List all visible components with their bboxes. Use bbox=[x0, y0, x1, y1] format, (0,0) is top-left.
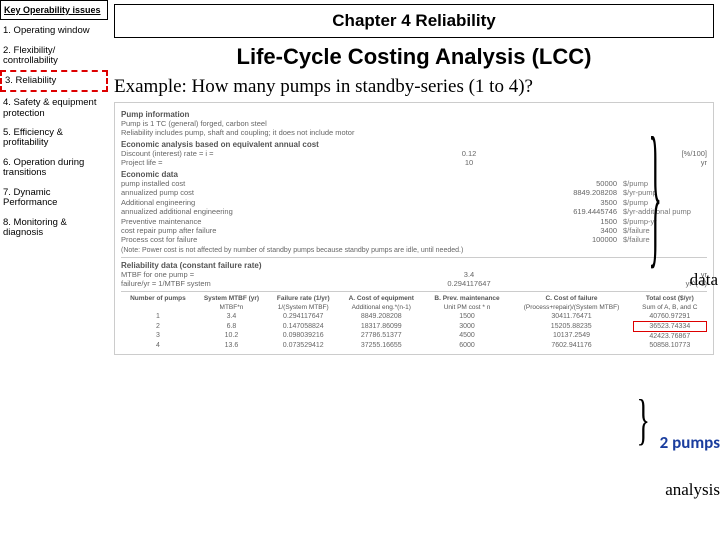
sidebar-item-2: 2. Flexibility/ controllability bbox=[0, 40, 108, 70]
label-data: data bbox=[690, 270, 718, 290]
econ-label: Additional engineering bbox=[121, 198, 527, 207]
table-cell: 1500 bbox=[424, 312, 510, 322]
table-cell: 6000 bbox=[424, 341, 510, 350]
sidebar-header: Key Operability issues bbox=[0, 0, 108, 20]
econ-unit: $/yr-pump bbox=[617, 188, 707, 197]
table-cell: 15205.88235 bbox=[510, 321, 633, 331]
econ-val: 1500 bbox=[527, 217, 617, 226]
econdata-head: Economic data bbox=[121, 170, 707, 179]
sidebar-item-5: 5. Efficiency & profitability bbox=[0, 122, 108, 152]
table-cell: 0.098039216 bbox=[268, 331, 338, 341]
econ-label: annualized pump cost bbox=[121, 188, 527, 197]
table-cell: 27786.51377 bbox=[338, 331, 424, 341]
econ-label: cost repair pump after failure bbox=[121, 226, 527, 235]
example-text: Example: How many pumps in standby-serie… bbox=[114, 76, 714, 98]
brace-analysis: } bbox=[636, 406, 649, 434]
econ-val: 619.4445746 bbox=[527, 207, 617, 216]
table-cell: 8849.208208 bbox=[338, 312, 424, 322]
table-cell: 10137.2549 bbox=[510, 331, 633, 341]
col-head: Failure rate (1/yr) bbox=[268, 294, 338, 303]
econ-head: Economic analysis based on equivalent an… bbox=[121, 140, 707, 149]
label-analysis: analysis bbox=[665, 480, 720, 500]
sidebar: Key Operability issues 1. Operating wind… bbox=[0, 0, 108, 540]
table-cell: 0.147058824 bbox=[268, 321, 338, 331]
econ-val: 3500 bbox=[527, 198, 617, 207]
sidebar-item-6: 6. Operation during transitions bbox=[0, 152, 108, 182]
main-content: Chapter 4 Reliability Life-Cycle Costing… bbox=[108, 0, 720, 540]
table-cell: 3 bbox=[121, 331, 195, 341]
page-title: Life-Cycle Costing Analysis (LCC) bbox=[114, 44, 714, 70]
table-cell: 1 bbox=[121, 312, 195, 322]
table-cell: 37255.16655 bbox=[338, 341, 424, 350]
econ-val: 3400 bbox=[527, 226, 617, 235]
econ-unit: $/yr-additional pump bbox=[617, 207, 707, 216]
data-figure: Pump information Pump is 1 TC (general) … bbox=[114, 102, 714, 355]
econ-val: 50000 bbox=[527, 179, 617, 188]
fail-label: failure/yr = 1/MTBF system bbox=[121, 279, 301, 288]
col-head: Total cost ($/yr) bbox=[633, 294, 706, 303]
mtbf-one-val: 3.4 bbox=[301, 270, 637, 279]
table-cell: 50858.10773 bbox=[633, 341, 706, 350]
chapter-title: Chapter 4 Reliability bbox=[114, 4, 714, 38]
fail-val: 0.294117647 bbox=[301, 279, 637, 288]
econ-unit: $/failure bbox=[617, 235, 707, 244]
col-head: A. Cost of equipment bbox=[338, 294, 424, 303]
col-head: B. Prev. maintenance bbox=[424, 294, 510, 303]
mtbf-one-label: MTBF for one pump = bbox=[121, 270, 301, 279]
discount-val: 0.12 bbox=[301, 149, 637, 158]
col-head: System MTBF (yr) bbox=[195, 294, 268, 303]
econ-unit: $/failure bbox=[617, 226, 707, 235]
sidebar-item-8: 8. Monitoring & diagnosis bbox=[0, 212, 108, 242]
col-head: Number of pumps bbox=[121, 294, 195, 303]
sidebar-item-3: 3. Reliability bbox=[0, 70, 108, 92]
table-cell: 30411.76471 bbox=[510, 312, 633, 322]
econ-label: annualized additional engineering bbox=[121, 207, 527, 216]
col-sub: (Process+repair)/(System MTBF) bbox=[510, 303, 633, 312]
reliab-head: Reliability data (constant failure rate) bbox=[121, 261, 707, 270]
col-sub bbox=[121, 303, 195, 312]
proj-label: Project life = bbox=[121, 158, 301, 167]
col-head: C. Cost of failure bbox=[510, 294, 633, 303]
brace-data: } bbox=[648, 155, 661, 235]
note: (Note: Power cost is not affected by num… bbox=[121, 247, 707, 254]
pump-info-head: Pump information bbox=[121, 110, 707, 119]
econ-unit: $/pump bbox=[617, 198, 707, 207]
pump-reliab: Reliability includes pump, shaft and cou… bbox=[121, 128, 707, 137]
table-cell: 3000 bbox=[424, 321, 510, 331]
sidebar-item-4: 4. Safety & equipment protection bbox=[0, 92, 108, 122]
analysis-table: Number of pumpsSystem MTBF (yr)Failure r… bbox=[121, 294, 707, 350]
table-cell: 10.2 bbox=[195, 331, 268, 341]
econ-unit: $/pump-yr bbox=[617, 217, 707, 226]
table-cell: 18317.86099 bbox=[338, 321, 424, 331]
table-cell: 0.294117647 bbox=[268, 312, 338, 322]
table-cell: 0.073529412 bbox=[268, 341, 338, 350]
table-cell: 7602.941176 bbox=[510, 341, 633, 350]
econ-val: 8849.208208 bbox=[527, 188, 617, 197]
econ-val: 100000 bbox=[527, 235, 617, 244]
label-two-pumps: 2 pumps bbox=[660, 432, 720, 453]
sidebar-item-7: 7. Dynamic Performance bbox=[0, 182, 108, 212]
table-cell: 4 bbox=[121, 341, 195, 350]
col-sub: MTBF*n bbox=[195, 303, 268, 312]
econ-label: Preventive maintenance bbox=[121, 217, 527, 226]
col-sub: Sum of A, B, and C bbox=[633, 303, 706, 312]
table-cell: 4500 bbox=[424, 331, 510, 341]
sidebar-item-1: 1. Operating window bbox=[0, 20, 108, 39]
table-cell: 3.4 bbox=[195, 312, 268, 322]
discount-label: Discount (interest) rate = i = bbox=[121, 149, 301, 158]
table-cell: 42423.76867 bbox=[633, 331, 706, 341]
table-cell: 36523.74334 bbox=[633, 321, 706, 331]
table-cell: 13.6 bbox=[195, 341, 268, 350]
table-cell: 6.8 bbox=[195, 321, 268, 331]
col-sub: 1/(System MTBF) bbox=[268, 303, 338, 312]
table-cell: 40760.97291 bbox=[633, 312, 706, 322]
col-sub: Additional eng.*(n-1) bbox=[338, 303, 424, 312]
econ-label: pump installed cost bbox=[121, 179, 527, 188]
table-cell: 2 bbox=[121, 321, 195, 331]
col-sub: Unit PM cost * n bbox=[424, 303, 510, 312]
proj-val: 10 bbox=[301, 158, 637, 167]
econ-label: Process cost for failure bbox=[121, 235, 527, 244]
pump-desc: Pump is 1 TC (general) forged, carbon st… bbox=[121, 119, 707, 128]
econ-unit: $/pump bbox=[617, 179, 707, 188]
